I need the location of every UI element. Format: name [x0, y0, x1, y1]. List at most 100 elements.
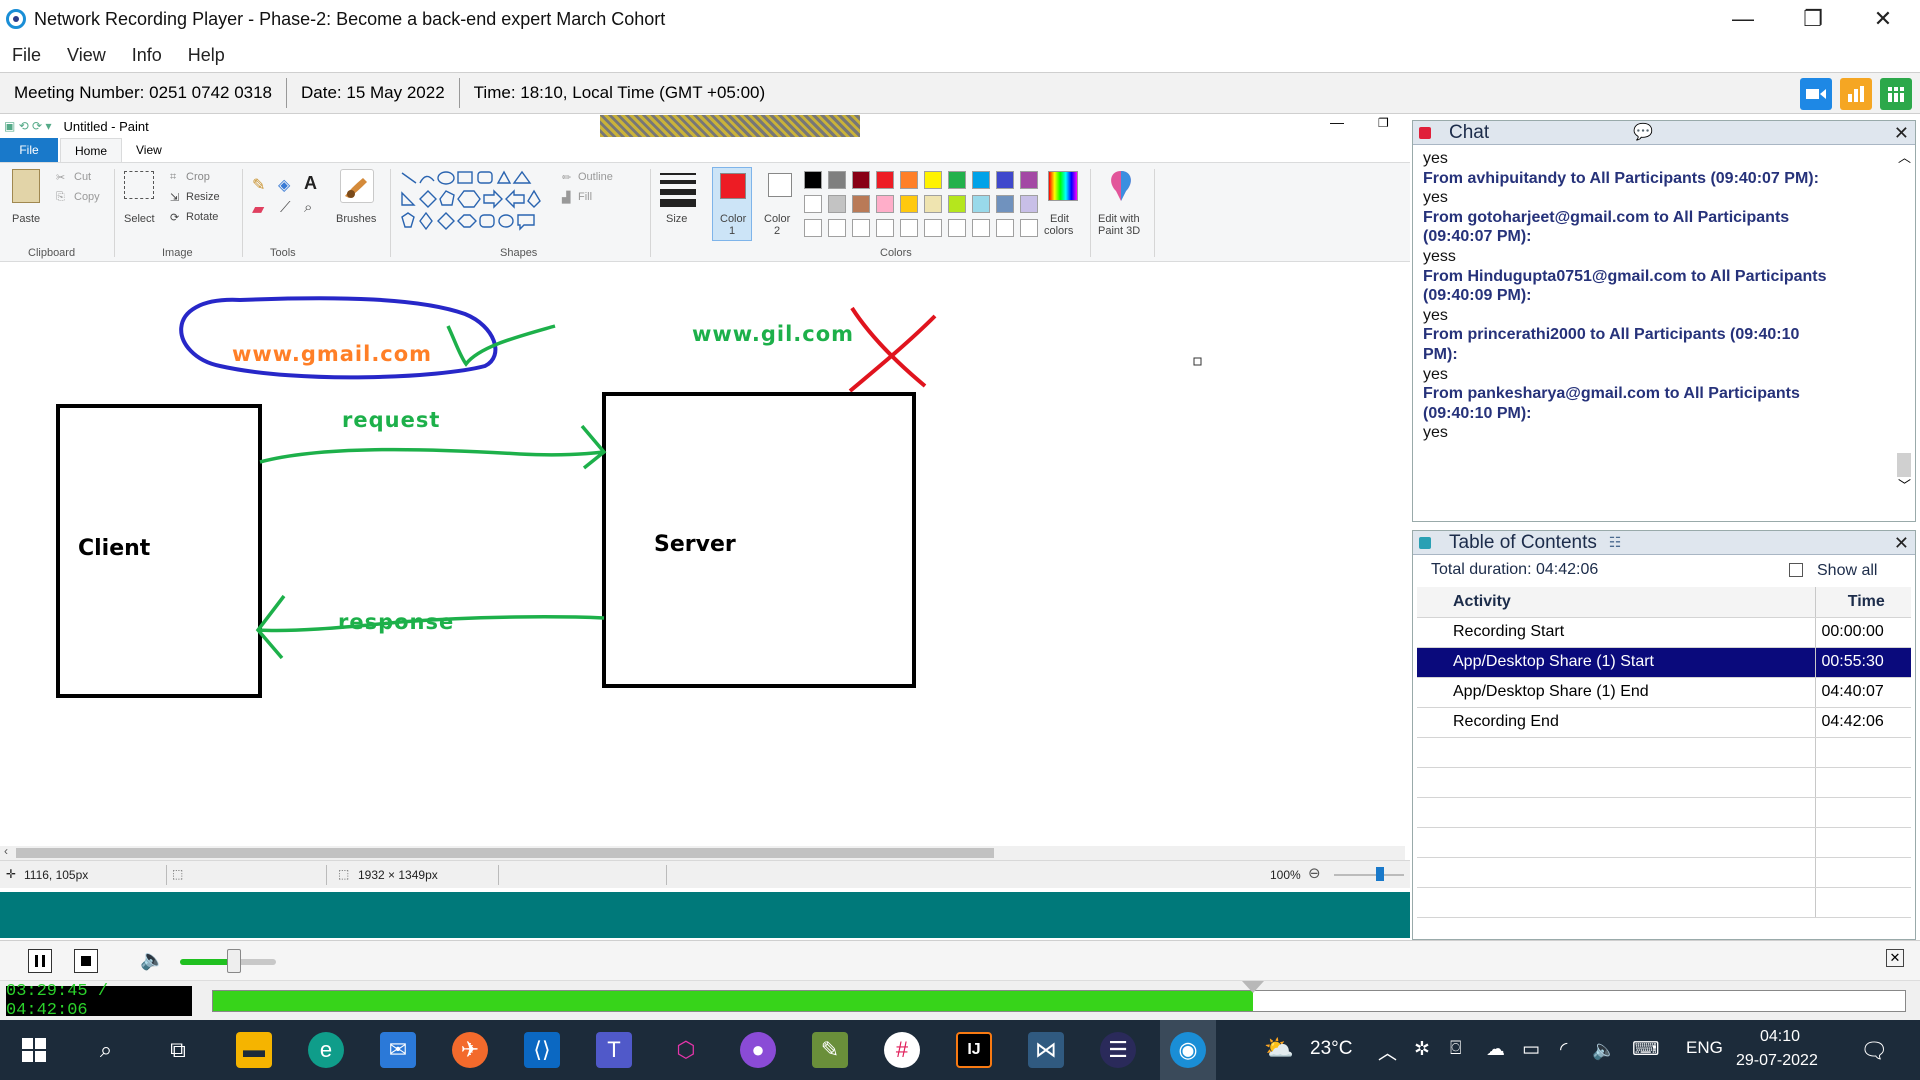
zoom-out-icon[interactable]: ⊖	[1308, 864, 1321, 882]
close-button[interactable]: ✕	[1848, 0, 1918, 38]
show-all-checkbox[interactable]	[1789, 563, 1803, 577]
outline-dropdown[interactable]: Outline	[578, 171, 613, 183]
scroll-left-icon[interactable]: ‹	[4, 844, 8, 858]
palette-swatch[interactable]	[924, 171, 942, 189]
edit-paint3d-button-line2[interactable]: Paint 3D	[1098, 225, 1140, 237]
camera-icon[interactable]: ⌼	[1450, 1038, 1461, 1060]
edit-colors-button[interactable]: Edit	[1050, 213, 1069, 225]
github-icon[interactable]: ●	[740, 1032, 776, 1068]
task-view-icon[interactable]: ⧉	[160, 1032, 196, 1068]
toc-row[interactable]: App/Desktop Share (1) Start 00:55:30	[1417, 647, 1911, 678]
teams-icon[interactable]: T	[596, 1032, 632, 1068]
palette-swatch[interactable]	[828, 195, 846, 213]
toc-row[interactable]: App/Desktop Share (1) End 04:40:07	[1417, 677, 1911, 708]
pencil-icon[interactable]: ✎	[252, 175, 265, 195]
chevron-up-icon[interactable]: ︿	[1378, 1038, 1397, 1065]
playback-progress-thumb[interactable]	[1242, 981, 1264, 993]
palette-swatch[interactable]	[1020, 195, 1038, 213]
scroll-thumb[interactable]	[16, 848, 994, 858]
language-indicator[interactable]: ENG	[1686, 1038, 1723, 1058]
palette-swatch-empty[interactable]	[948, 219, 966, 237]
toc-row[interactable]: Recording Start 00:00:00	[1417, 617, 1911, 648]
eraser-icon[interactable]: ▰	[252, 199, 264, 219]
toc-col-time[interactable]: Time	[1814, 587, 1911, 618]
palette-swatch-empty[interactable]	[924, 219, 942, 237]
volume-icon[interactable]: 🔈	[140, 947, 165, 972]
paste-label[interactable]: Paste	[12, 213, 40, 225]
paint3d-icon[interactable]	[1106, 169, 1136, 203]
palette-swatch[interactable]	[900, 171, 918, 189]
palette-swatch[interactable]	[924, 195, 942, 213]
zoom-slider[interactable]	[1334, 874, 1404, 876]
rotate-button[interactable]: Rotate	[186, 211, 218, 223]
eclipse-icon[interactable]: ☰	[1100, 1032, 1136, 1068]
slack-icon[interactable]: #	[884, 1032, 920, 1068]
show-all-label[interactable]: Show all	[1817, 562, 1877, 580]
windows-start-icon[interactable]	[16, 1032, 52, 1068]
weather-icon[interactable]: ⛅	[1264, 1034, 1294, 1063]
paint-tab-view[interactable]: View	[136, 143, 162, 157]
menu-view[interactable]: View	[67, 45, 106, 66]
chart-icon[interactable]	[1840, 78, 1872, 110]
scroll-up-icon[interactable]: ︿	[1898, 147, 1911, 166]
edit-paint3d-button[interactable]: Edit with	[1098, 213, 1140, 225]
onedrive-icon[interactable]: ☁	[1486, 1038, 1505, 1061]
keyboard-icon[interactable]: ⌨	[1632, 1038, 1659, 1061]
text-tool-icon[interactable]: A	[304, 173, 317, 194]
webex-player-icon[interactable]: ◉	[1170, 1032, 1206, 1068]
palette-swatch-empty[interactable]	[1020, 219, 1038, 237]
mysql-workbench-icon[interactable]: ⋈	[1028, 1032, 1064, 1068]
size-icon[interactable]	[660, 171, 696, 207]
vscode-icon[interactable]: ⟨⟩	[524, 1032, 560, 1068]
fill-bucket-icon[interactable]: ◈	[278, 175, 290, 195]
menu-info[interactable]: Info	[132, 45, 162, 66]
paint-quick-access-icon[interactable]: ▣ ⟲ ⟳ ▾	[4, 119, 51, 133]
palette-swatch-empty[interactable]	[828, 219, 846, 237]
paint-minimize-icon[interactable]: —	[1330, 114, 1344, 130]
toc-close-button[interactable]: ✕	[1894, 533, 1909, 554]
menu-help[interactable]: Help	[188, 45, 225, 66]
paint-tab-home[interactable]: Home	[60, 138, 122, 163]
paint-tab-file[interactable]: File	[0, 138, 58, 162]
paint-restore-icon[interactable]: ❐	[1378, 116, 1389, 130]
menu-file[interactable]: File	[12, 45, 41, 66]
palette-swatch[interactable]	[876, 195, 894, 213]
search-icon[interactable]: ⌕	[88, 1032, 124, 1068]
shapes-gallery[interactable]	[398, 169, 554, 241]
edge-browser-icon[interactable]: e	[308, 1032, 344, 1068]
postman-icon[interactable]: ✈	[452, 1032, 488, 1068]
magnifier-icon[interactable]: ⌕	[304, 199, 312, 216]
pause-button[interactable]	[28, 949, 52, 973]
scroll-down-icon[interactable]: ﹀	[1898, 475, 1911, 494]
notifications-icon[interactable]: 🗨	[1860, 1038, 1888, 1064]
network-devices-icon[interactable]: ✲	[1414, 1038, 1430, 1061]
chat-scroll-thumb[interactable]	[1897, 453, 1911, 477]
zoom-slider-thumb[interactable]	[1376, 867, 1384, 881]
file-explorer-icon[interactable]: ▬	[236, 1032, 272, 1068]
weather-temperature[interactable]: 23°C	[1310, 1038, 1352, 1060]
palette-swatch-empty[interactable]	[804, 219, 822, 237]
brushes-button[interactable]: Brushes	[336, 213, 376, 225]
copy-button[interactable]: Copy	[74, 191, 100, 203]
speaker-icon[interactable]: 🔈	[1592, 1038, 1616, 1062]
video-icon[interactable]	[1800, 78, 1832, 110]
edit-colors-icon[interactable]	[1048, 171, 1078, 201]
palette-swatch[interactable]	[900, 195, 918, 213]
grid-icon[interactable]	[1880, 78, 1912, 110]
restore-button[interactable]: ❐	[1778, 0, 1848, 38]
fill-dropdown[interactable]: Fill	[578, 191, 592, 203]
palette-swatch-empty[interactable]	[876, 219, 894, 237]
palette-swatch[interactable]	[804, 195, 822, 213]
battery-icon[interactable]: ▭	[1522, 1038, 1540, 1061]
clock-date[interactable]: 29-07-2022	[1736, 1052, 1818, 1070]
cut-button[interactable]: Cut	[74, 171, 91, 183]
minimize-button[interactable]: —	[1708, 0, 1778, 38]
graphql-icon[interactable]: ⬡	[668, 1032, 704, 1068]
chat-scrollbar[interactable]: ︿ ﹀	[1895, 147, 1913, 493]
wifi-icon[interactable]: ◜	[1560, 1038, 1567, 1061]
select-icon[interactable]	[124, 171, 154, 199]
palette-swatch[interactable]	[876, 171, 894, 189]
palette-swatch[interactable]	[948, 195, 966, 213]
paste-icon[interactable]	[12, 169, 40, 203]
palette-swatch[interactable]	[996, 195, 1014, 213]
